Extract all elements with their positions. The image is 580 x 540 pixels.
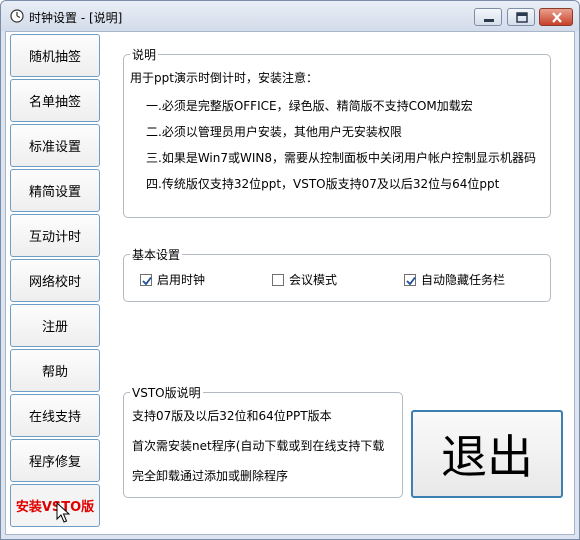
instructions-item: 三.如果是Win7或WIN8，需要从控制面板中关闭用户帐户控制显示机器码	[146, 151, 537, 165]
sidebar-item-interactive-timer[interactable]: 互动计时	[10, 214, 100, 257]
sidebar-item-help[interactable]: 帮助	[10, 349, 100, 392]
basic-settings-title: 基本设置	[130, 246, 183, 263]
sidebar-item-network-time[interactable]: 网络校时	[10, 259, 100, 302]
client-area: 随机抽签 名单抽签 标准设置 精简设置 互动计时 网络校时 注册 帮助 在线支持…	[5, 31, 575, 535]
instructions-intro: 用于ppt演示时倒计时，安装注意：	[130, 71, 318, 85]
maximize-icon	[516, 12, 528, 23]
close-icon	[552, 12, 562, 23]
minimize-button[interactable]	[474, 8, 502, 26]
window-title: 时钟设置 - [说明]	[29, 11, 123, 25]
vsto-info-title: VSTO版说明	[130, 384, 203, 401]
clock-icon	[10, 9, 24, 23]
maximize-button[interactable]	[507, 8, 535, 26]
minimize-icon	[484, 19, 494, 22]
vsto-info-line: 首次需安装net程序(自动下载或到在线支持下载	[132, 439, 385, 453]
sidebar-item-register[interactable]: 注册	[10, 304, 100, 347]
checkbox-box[interactable]	[140, 273, 152, 286]
basic-settings-group: 基本设置 启用时钟 会议模式 自动隐藏任务栏	[123, 246, 551, 302]
meeting-mode-checkbox[interactable]: 会议模式	[272, 271, 337, 288]
title-bar[interactable]: 时钟设置 - [说明]	[1, 1, 579, 31]
mouse-cursor-icon	[56, 502, 70, 523]
checkbox-box[interactable]	[272, 273, 284, 286]
close-button[interactable]	[539, 8, 573, 26]
enable-clock-checkbox[interactable]: 启用时钟	[140, 271, 205, 288]
vsto-info-line: 支持07版及以后32位和64位PPT版本	[132, 409, 332, 423]
instructions-item: 二.必须以管理员用户安装，其他用户无安装权限	[146, 125, 402, 139]
checkmark-icon	[142, 276, 152, 285]
auto-hide-taskbar-label: 自动隐藏任务栏	[421, 273, 506, 287]
enable-clock-label: 启用时钟	[157, 273, 206, 287]
app-window: 时钟设置 - [说明] 随机抽签 名单抽签 标准设置 精简设置 互动计时 网络校…	[0, 0, 580, 540]
sidebar-item-random-draw[interactable]: 随机抽签	[10, 34, 100, 77]
exit-button[interactable]: 退出	[411, 410, 563, 498]
vsto-info-line: 完全卸载通过添加或删除程序	[132, 469, 289, 483]
checkbox-box[interactable]	[404, 273, 416, 286]
sidebar-item-install-vsto[interactable]: 安装VSTO版	[10, 484, 100, 527]
checkmark-icon	[406, 276, 416, 285]
instructions-title: 说明	[130, 46, 159, 63]
meeting-mode-label: 会议模式	[289, 273, 338, 287]
sidebar-item-simple-settings[interactable]: 精简设置	[10, 169, 100, 212]
sidebar-item-list-draw[interactable]: 名单抽签	[10, 79, 100, 122]
instructions-item: 四.传统版仅支持32位ppt，VSTO版支持07及以后32位与64位ppt	[146, 177, 500, 191]
vsto-info-group: VSTO版说明 支持07版及以后32位和64位PPT版本 首次需安装net程序(…	[123, 384, 403, 498]
sidebar-item-online-support[interactable]: 在线支持	[10, 394, 100, 437]
instructions-group: 说明 用于ppt演示时倒计时，安装注意： 一.必须是完整版OFFICE，绿色版、…	[123, 46, 551, 218]
sidebar-item-standard-settings[interactable]: 标准设置	[10, 124, 100, 167]
instructions-item: 一.必须是完整版OFFICE，绿色版、精简版不支持COM加载宏	[146, 99, 473, 113]
auto-hide-taskbar-checkbox[interactable]: 自动隐藏任务栏	[404, 271, 505, 288]
sidebar-item-repair[interactable]: 程序修复	[10, 439, 100, 482]
